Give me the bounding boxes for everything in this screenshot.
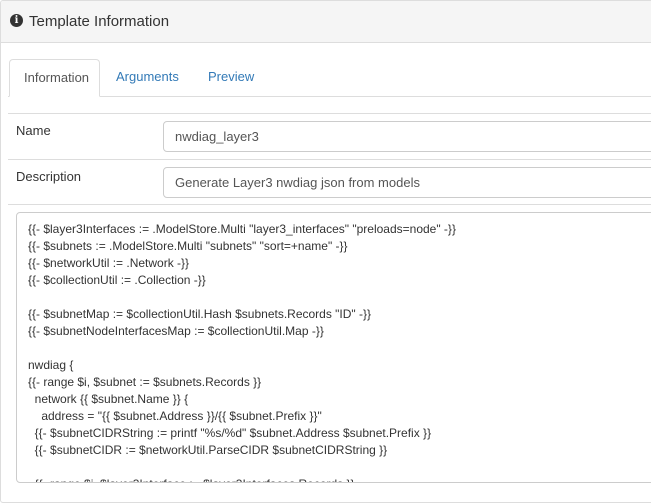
code-line: {{- $subnets := .ModelStore.Multi "subne… — [28, 239, 348, 253]
name-label: Name — [16, 123, 51, 138]
code-line: {{- $subnetCIDR := $networkUtil.ParseCID… — [28, 443, 388, 457]
panel-title: Template Information — [29, 13, 170, 30]
code-line: {{- $collectionUtil := .Collection -}} — [28, 273, 206, 287]
code-line: {{- $networkUtil := .Network -}} — [28, 256, 190, 270]
code-line: nwdiag { — [28, 358, 74, 372]
tab-bar: Information Arguments Preview — [8, 59, 651, 97]
tab-information[interactable]: Information — [9, 59, 100, 97]
code-line: {{- range $i, $subnet := $subnets.Record… — [28, 375, 262, 389]
code-line: {{- $subnetMap := $collectionUtil.Hash $… — [28, 307, 372, 321]
description-label: Description — [16, 169, 82, 184]
code-line: {{- $subnetNodeInterfacesMap := $collect… — [28, 324, 324, 338]
code-line: address = "{{ $subnet.Address }}/{{ $sub… — [28, 409, 322, 423]
name-field[interactable]: nwdiag_layer3 — [163, 121, 651, 152]
description-field[interactable]: Generate Layer3 nwdiag json from models — [163, 167, 651, 198]
tab-arguments[interactable]: Arguments — [102, 59, 193, 97]
description-row: Description Generate Layer3 nwdiag json … — [8, 159, 651, 205]
code-line: network {{ $subnet.Name }} { — [28, 392, 189, 406]
template-code-editor[interactable]: {{- $layer3Interfaces := .ModelStore.Mul… — [16, 212, 651, 483]
panel-heading: i Template Information — [1, 1, 651, 43]
tab-preview[interactable]: Preview — [194, 59, 268, 97]
code-line: {{- $subnetCIDRString := printf "%s/%d" … — [28, 426, 432, 440]
code-line: {{- range $j, $layer3Interface := $layer… — [28, 476, 651, 482]
info-icon: i — [10, 14, 23, 27]
name-row: Name nwdiag_layer3 — [8, 113, 651, 159]
template-form: Name nwdiag_layer3 Description Generate … — [8, 113, 651, 205]
code-line: {{- $layer3Interfaces := .ModelStore.Mul… — [28, 222, 456, 236]
